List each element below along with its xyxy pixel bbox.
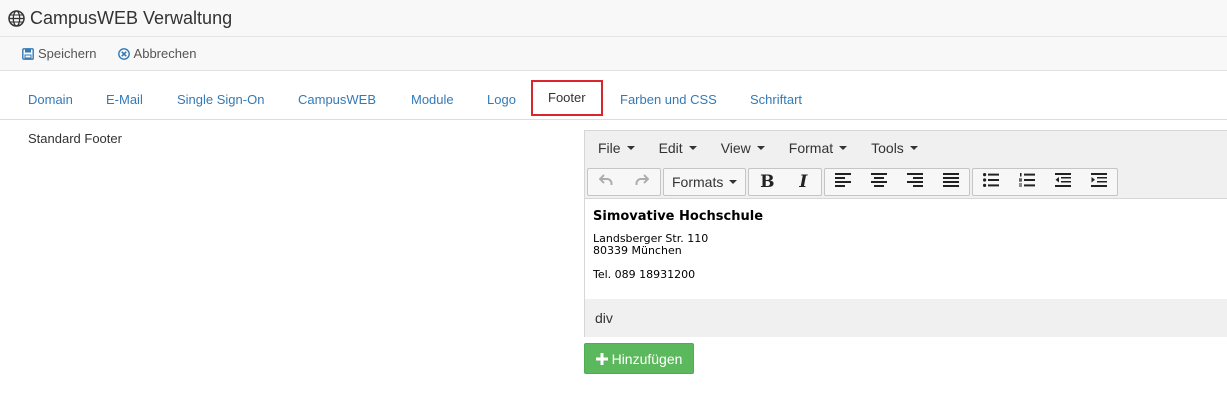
- formats-dropdown[interactable]: Formats: [664, 169, 745, 195]
- standard-footer-label: Standard Footer: [28, 131, 122, 146]
- numbered-list-button[interactable]: [1009, 169, 1045, 195]
- menu-tools-label: Tools: [871, 140, 904, 156]
- menu-format[interactable]: Format: [780, 140, 856, 156]
- element-path[interactable]: div: [595, 310, 613, 326]
- cancel-label: Abbrechen: [133, 46, 197, 61]
- caret-down-icon: [626, 146, 635, 150]
- align-center-button[interactable]: [861, 169, 897, 195]
- caret-down-icon: [756, 146, 765, 150]
- action-bar: Speichern Abbrechen: [0, 37, 1227, 71]
- plus-icon: [595, 352, 608, 365]
- caret-down-icon: [839, 146, 848, 150]
- bullet-list-button[interactable]: [973, 169, 1009, 195]
- footer-editor: File Edit View Format Tools Formats B I: [584, 130, 1227, 337]
- align-left-icon: [835, 173, 852, 190]
- menu-format-label: Format: [788, 140, 834, 156]
- outdent-button[interactable]: [1045, 169, 1081, 195]
- globe-icon: [8, 9, 25, 27]
- align-center-icon: [871, 173, 888, 190]
- editor-menubar: File Edit View Format Tools: [585, 131, 1227, 165]
- save-icon: [22, 47, 34, 60]
- alignment-group: [824, 167, 971, 196]
- tab-domain[interactable]: Domain: [28, 80, 73, 119]
- align-right-button[interactable]: [897, 169, 933, 195]
- history-group: [587, 167, 661, 196]
- add-button[interactable]: Hinzufügen: [584, 343, 694, 374]
- cancel-button[interactable]: Abbrechen: [117, 46, 197, 61]
- cancel-circle-icon: [117, 47, 130, 60]
- align-left-button[interactable]: [825, 169, 861, 195]
- formats-group: Formats: [663, 167, 747, 196]
- editor-statusbar: div: [585, 299, 1227, 337]
- settings-tabs: Domain E-Mail Single Sign-On CampusWEB M…: [0, 80, 1227, 120]
- add-button-label: Hinzufügen: [611, 350, 683, 367]
- tab-email[interactable]: E-Mail: [106, 80, 143, 119]
- list-group: [972, 167, 1119, 196]
- undo-button[interactable]: [588, 169, 624, 195]
- tab-logo[interactable]: Logo: [487, 80, 516, 119]
- menu-tools[interactable]: Tools: [862, 140, 927, 156]
- menu-edit-label: Edit: [658, 140, 683, 156]
- tab-schriftart[interactable]: Schriftart: [750, 80, 802, 119]
- align-right-icon: [907, 173, 924, 190]
- bullet-list-icon: [983, 173, 1000, 190]
- tab-single-sign-on[interactable]: Single Sign-On: [177, 80, 264, 119]
- caret-down-icon: [688, 146, 697, 150]
- text-style-group: B I: [748, 167, 823, 196]
- align-justify-button[interactable]: [933, 169, 969, 195]
- redo-icon: [635, 174, 650, 189]
- page-title: CampusWEB Verwaltung: [30, 7, 233, 28]
- footer-street: Landsberger Str. 110: [593, 232, 709, 245]
- save-label: Speichern: [38, 46, 97, 61]
- footer-phone: Tel. 089 18931200: [593, 268, 696, 281]
- indent-button[interactable]: [1081, 169, 1117, 195]
- tab-campusweb[interactable]: CampusWEB: [298, 80, 376, 119]
- tab-module[interactable]: Module: [411, 80, 454, 119]
- footer-organization: Simovative Hochschule: [593, 209, 764, 224]
- tab-farben-und-css[interactable]: Farben und CSS: [620, 80, 717, 119]
- bold-button[interactable]: B: [749, 169, 785, 195]
- menu-edit[interactable]: Edit: [650, 140, 706, 156]
- editor-toolbar: Formats B I: [585, 165, 1227, 199]
- footer-city: 80339 München: [593, 244, 682, 257]
- tab-footer[interactable]: Footer: [531, 80, 603, 116]
- menu-file-label: File: [598, 140, 621, 156]
- caret-down-icon: [909, 146, 918, 150]
- numbered-list-icon: [1019, 173, 1036, 190]
- title-bar: CampusWEB Verwaltung: [0, 0, 1227, 37]
- caret-down-icon: [729, 179, 738, 184]
- redo-button[interactable]: [624, 169, 660, 195]
- align-justify-icon: [943, 173, 960, 190]
- editor-content[interactable]: Simovative Hochschule Landsberger Str. 1…: [585, 200, 1227, 299]
- save-button[interactable]: Speichern: [22, 46, 97, 61]
- undo-icon: [598, 174, 613, 189]
- formats-label: Formats: [672, 173, 724, 190]
- menu-view[interactable]: View: [712, 140, 774, 156]
- indent-icon: [1091, 173, 1108, 190]
- italic-button[interactable]: I: [785, 169, 821, 195]
- menu-view-label: View: [720, 140, 751, 156]
- menu-file[interactable]: File: [589, 140, 644, 156]
- outdent-icon: [1055, 173, 1072, 190]
